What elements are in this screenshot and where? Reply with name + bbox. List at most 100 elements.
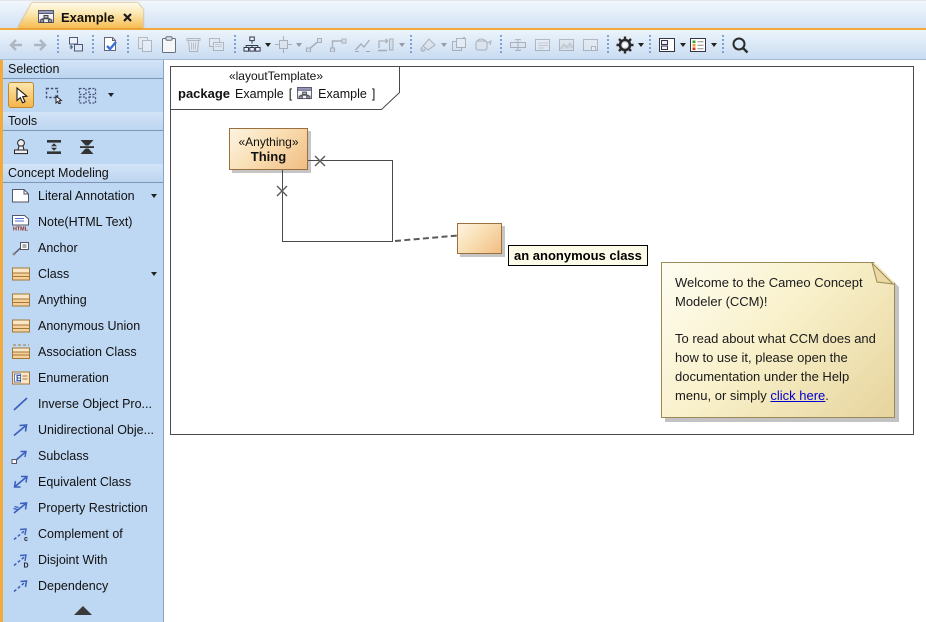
note-icon	[11, 188, 31, 204]
clone-button[interactable]	[205, 33, 229, 57]
copy-button[interactable]	[133, 33, 157, 57]
palette-item-inverse-object-property[interactable]: Inverse Object Pro...	[3, 391, 163, 417]
palette-item-anchor[interactable]: Anchor	[3, 235, 163, 261]
draw-path-button[interactable]	[326, 33, 350, 57]
palette-item-literal-annotation[interactable]: Literal Annotation	[3, 183, 163, 209]
diagram-frame[interactable]: «layoutTemplate» package Example [	[170, 66, 914, 435]
copy-style-button[interactable]	[447, 33, 471, 57]
click-here-link[interactable]: click here	[770, 388, 825, 403]
palette-item-unidirectional-object-property[interactable]: Unidirectional Obje...	[3, 417, 163, 443]
toolbar-separator	[125, 35, 130, 55]
palette-item-complement-of[interactable]: c Complement of	[3, 521, 163, 547]
tool-palette: Selection Tools Concept M	[0, 60, 164, 622]
toolbar-separator	[647, 35, 652, 55]
forward-button[interactable]	[28, 33, 52, 57]
association-line[interactable]	[392, 160, 393, 242]
subclass-arrow-icon	[11, 448, 31, 464]
reroute-path-button[interactable]	[374, 33, 398, 57]
multi-select-tool-button[interactable]	[74, 82, 100, 108]
property-restriction-arrow-icon	[11, 500, 31, 516]
apply-style-button[interactable]	[471, 33, 495, 57]
section-header-concept-modeling: Concept Modeling	[3, 164, 163, 183]
toolbar-separator	[605, 35, 610, 55]
palette-item-subclass[interactable]: Subclass	[3, 443, 163, 469]
validate-diagram-button[interactable]	[98, 33, 122, 57]
non-navigable-x-icon	[276, 184, 288, 196]
toolbar-separator	[408, 35, 413, 55]
association-line[interactable]	[282, 170, 283, 242]
palette-item-property-restriction[interactable]: Property Restriction	[3, 495, 163, 521]
fill-color-button[interactable]	[416, 33, 440, 57]
main-toolbar	[0, 30, 926, 60]
anonymous-class-node[interactable]	[457, 223, 502, 254]
thing-name: Thing	[251, 149, 286, 164]
diagram-options-button[interactable]	[613, 33, 637, 57]
chevron-down-icon[interactable]	[638, 43, 644, 47]
frame-stereotype: «layoutTemplate»	[170, 69, 382, 83]
select-in-containment-tree-button[interactable]	[63, 33, 87, 57]
tab-example[interactable]: Example	[18, 3, 143, 28]
toolbar-separator	[498, 35, 503, 55]
frame-bracket-close: ]	[372, 87, 375, 101]
layout-hierarchy-button[interactable]	[240, 33, 264, 57]
marquee-select-tool-button[interactable]	[41, 82, 67, 108]
palette-item-enumeration[interactable]: E Enumeration	[3, 365, 163, 391]
oblique-path-button[interactable]	[350, 33, 374, 57]
legend-button[interactable]	[686, 33, 710, 57]
arrow-icon	[11, 422, 31, 438]
palette-item-dependency[interactable]: Dependency	[3, 573, 163, 599]
anonymous-class-label[interactable]: an anonymous class	[508, 245, 648, 266]
toolbar-separator	[55, 35, 60, 55]
align-button[interactable]	[271, 33, 295, 57]
back-button[interactable]	[4, 33, 28, 57]
disjoint-arrow-icon: D	[11, 552, 31, 568]
frame-bracket-open: [	[289, 87, 292, 101]
diagram-frame-button[interactable]	[578, 33, 602, 57]
diagram-canvas[interactable]: «layoutTemplate» package Example [	[164, 60, 926, 622]
enumeration-icon: E	[11, 370, 31, 386]
section-header-tools: Tools	[3, 112, 163, 131]
show-notes-button[interactable]	[530, 33, 554, 57]
palette-item-class[interactable]: Class	[3, 261, 163, 287]
diagram-tab-bar: Example	[0, 0, 926, 30]
diagram-windows-button[interactable]	[655, 33, 679, 57]
line-icon	[11, 396, 31, 412]
draw-line-button[interactable]	[302, 33, 326, 57]
svg-text:D: D	[24, 563, 29, 569]
delete-button[interactable]	[181, 33, 205, 57]
stamp-tool-button[interactable]	[8, 134, 34, 160]
section-header-selection: Selection	[3, 60, 163, 79]
frame-ref-name: Example	[318, 87, 367, 101]
palette-item-note-html[interactable]: HTML Note(HTML Text)	[3, 209, 163, 235]
same-width-button[interactable]	[506, 33, 530, 57]
note-paragraph-2-end: .	[825, 388, 829, 403]
chevron-down-icon[interactable]	[108, 93, 114, 97]
diagram-icon	[38, 10, 55, 24]
toolbar-separator	[232, 35, 237, 55]
expand-vertical-tool-button[interactable]	[41, 134, 67, 160]
package-frame-header[interactable]: «layoutTemplate» package Example [	[170, 66, 400, 110]
palette-item-equivalent-class[interactable]: Equivalent Class	[3, 469, 163, 495]
welcome-note[interactable]: Welcome to the Cameo Concept Modeler (CC…	[661, 262, 895, 418]
image-shape-button[interactable]	[554, 33, 578, 57]
association-line[interactable]	[282, 241, 393, 242]
paste-button[interactable]	[157, 33, 181, 57]
note-paragraph-1: Welcome to the Cameo Concept Modeler (CC…	[675, 275, 863, 309]
palette-scroll-up-arrow[interactable]	[74, 606, 92, 615]
palette-item-association-class[interactable]: Association Class	[3, 339, 163, 365]
zoom-search-button[interactable]	[728, 33, 752, 57]
close-icon[interactable]	[122, 12, 133, 23]
chevron-down-icon[interactable]	[711, 43, 717, 47]
toolbar-separator	[90, 35, 95, 55]
pointer-tool-button[interactable]	[8, 82, 34, 108]
palette-item-anonymous-union[interactable]: Anonymous Union	[3, 313, 163, 339]
class-icon	[11, 318, 31, 334]
compress-vertical-tool-button[interactable]	[74, 134, 100, 160]
anchor-dashed-line[interactable]	[395, 235, 457, 242]
chevron-down-icon[interactable]	[399, 43, 405, 47]
class-node-thing[interactable]: «Anything» Thing	[229, 128, 308, 170]
palette-item-disjoint-with[interactable]: D Disjoint With	[3, 547, 163, 573]
chevron-down-icon[interactable]	[151, 272, 157, 276]
chevron-down-icon[interactable]	[151, 194, 157, 198]
palette-item-anything[interactable]: Anything	[3, 287, 163, 313]
